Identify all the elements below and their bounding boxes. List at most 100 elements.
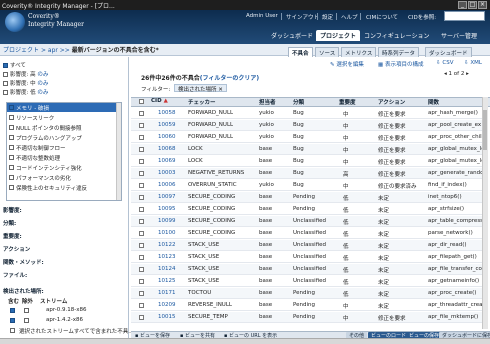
table-scrollbar-thumb[interactable] xyxy=(483,110,487,150)
row-checkbox[interactable] xyxy=(139,159,144,164)
nav-tab-server-admin[interactable]: サーバー管理 xyxy=(437,30,481,41)
row-checkbox[interactable] xyxy=(139,267,144,272)
row-checkbox[interactable] xyxy=(139,147,144,152)
nav-tab-dashboard[interactable]: ダッシュボード xyxy=(267,30,317,41)
row-checkbox[interactable] xyxy=(139,183,144,188)
pager[interactable]: ◂ 1 of 2 ▸ xyxy=(444,71,486,80)
row-checkbox[interactable] xyxy=(139,171,144,176)
section-action[interactable]: アクション xyxy=(3,245,30,253)
cell-cid[interactable]: 10059 xyxy=(158,122,176,128)
close-icon[interactable]: ✕ xyxy=(218,87,223,93)
section-detected-in[interactable]: 検出された場所: xyxy=(3,287,44,295)
nav-tab-project[interactable]: プロジェクト xyxy=(316,30,361,41)
cell-cid[interactable]: 10003 xyxy=(158,170,176,176)
cell-cid[interactable]: 10209 xyxy=(158,302,176,308)
row-checkbox[interactable] xyxy=(139,123,144,128)
clear-filter-link[interactable]: (フィルターのクリア) xyxy=(200,75,259,82)
section-classification[interactable]: 分類: xyxy=(3,219,16,227)
cell-cid[interactable]: 10125 xyxy=(158,278,176,284)
list-item[interactable]: プログラムのハングアップ xyxy=(9,133,82,142)
help-link[interactable]: ヘルプ xyxy=(341,13,358,21)
cell-cid[interactable]: 10068 xyxy=(158,146,176,152)
section-function[interactable]: 関数・メソッド: xyxy=(3,258,44,266)
tab-metrics[interactable]: メトリクス xyxy=(341,47,377,57)
breadcrumb-project[interactable]: プロジェクト xyxy=(3,47,39,54)
cell-cid[interactable]: 10099 xyxy=(158,218,176,224)
minimize-icon[interactable]: _ xyxy=(458,1,467,9)
first-page-icon[interactable]: ◂ xyxy=(444,71,447,77)
list-item[interactable]: 保険性上のセキュリティ違反 xyxy=(9,183,87,192)
filter-impact-medium[interactable]: 影響度: 中 のみ xyxy=(3,79,48,87)
next-page-icon[interactable]: ▸ xyxy=(466,71,469,77)
section-severity[interactable]: 重要度: xyxy=(3,232,22,240)
checkbox[interactable] xyxy=(3,89,8,95)
settings-link[interactable]: 設定 xyxy=(322,13,333,21)
checkbox[interactable] xyxy=(3,80,8,86)
cell-cid[interactable]: 10058 xyxy=(158,110,176,116)
row-checkbox[interactable] xyxy=(139,111,144,116)
list-item[interactable]: 不適切な制御フロー xyxy=(9,143,66,152)
list-item[interactable]: NULL ポインタの間接参照 xyxy=(9,123,82,132)
col-owner[interactable]: 担当者 xyxy=(259,98,276,106)
col-function[interactable]: 関数 xyxy=(428,98,439,106)
row-checkbox[interactable] xyxy=(139,195,144,200)
nav-tab-configuration[interactable]: コンフィギュレーション xyxy=(360,30,433,41)
col-cid[interactable]: CID ▲ xyxy=(151,98,168,104)
filter-all[interactable]: すべて xyxy=(3,61,26,69)
maximize-icon[interactable]: □ xyxy=(468,1,477,9)
cell-cid[interactable]: 10069 xyxy=(158,158,176,164)
filter-impact-high[interactable]: 影響度: 高 のみ xyxy=(3,70,48,78)
cell-cid[interactable]: 10060 xyxy=(158,134,176,140)
list-scrollbar[interactable] xyxy=(116,103,121,200)
cell-cid[interactable]: 10095 xyxy=(158,206,176,212)
filter-impact-low[interactable]: 影響度: 低 のみ xyxy=(3,88,48,96)
list-item[interactable]: リソースリーク xyxy=(9,113,54,122)
admin-user-link[interactable]: Admin User xyxy=(246,13,278,19)
cell-cid[interactable]: 10124 xyxy=(158,266,176,272)
list-item[interactable]: 不適切な整数処理 xyxy=(9,153,60,162)
section-file[interactable]: ファイル: xyxy=(3,271,27,279)
about-cim-link[interactable]: CIMについて xyxy=(366,13,398,21)
stream-exclude-checkbox[interactable] xyxy=(24,308,29,313)
edit-selection-link[interactable]: ✎ 選択を編集 xyxy=(330,60,364,68)
cell-cid[interactable]: 10100 xyxy=(158,230,176,236)
breadcrumb-apr[interactable]: apr xyxy=(48,47,58,54)
category-list[interactable]: メモリ - 破損 リソースリーク NULL ポインタの間接参照 プログラムのハン… xyxy=(6,102,122,201)
export-xml-link[interactable]: ⇩ XML xyxy=(464,60,482,66)
stream-include-checkbox[interactable] xyxy=(10,318,15,323)
row-checkbox[interactable] xyxy=(139,291,144,296)
section-impact[interactable]: 影響度: xyxy=(3,206,22,214)
stream-exclude-checkbox[interactable] xyxy=(24,318,29,323)
row-checkbox[interactable] xyxy=(139,303,144,308)
list-item[interactable]: メモリ - 破損 xyxy=(7,103,121,112)
col-checker[interactable]: チェッカー xyxy=(188,98,216,106)
row-checkbox[interactable] xyxy=(139,315,144,320)
tab-source[interactable]: ソース xyxy=(315,47,340,57)
export-csv-link[interactable]: ⇩ CSV xyxy=(436,60,453,66)
filter-chip[interactable]: 検出された場所 ✕ xyxy=(174,84,227,93)
tab-defects[interactable]: 不具合 xyxy=(288,47,313,57)
select-all-checkbox[interactable] xyxy=(139,99,144,104)
list-item[interactable]: コードインテンシティ強化 xyxy=(9,163,82,172)
cell-cid[interactable]: 10015 xyxy=(158,314,176,320)
row-checkbox[interactable] xyxy=(139,243,144,248)
tab-trend[interactable]: 時系列データ xyxy=(378,47,420,57)
row-checkbox[interactable] xyxy=(139,219,144,224)
stream-note-checkbox[interactable] xyxy=(10,328,15,333)
list-item[interactable]: パフォーマンスの劣化 xyxy=(9,173,71,182)
cell-cid[interactable]: 10006 xyxy=(158,182,176,188)
cell-cid[interactable]: 10171 xyxy=(158,290,176,296)
cell-cid[interactable]: 10097 xyxy=(158,194,176,200)
signout-link[interactable]: サインアウト xyxy=(286,13,319,21)
col-classification[interactable]: 分類 xyxy=(293,98,304,106)
configure-columns-link[interactable]: ▦ 表示項目の構成 xyxy=(378,60,423,68)
col-action[interactable]: アクション xyxy=(378,98,405,106)
row-checkbox[interactable] xyxy=(139,207,144,212)
row-checkbox[interactable] xyxy=(139,255,144,260)
tab-dashboard[interactable]: ダッシュボード xyxy=(425,47,472,57)
checkbox[interactable] xyxy=(3,62,8,68)
stream-include-checkbox[interactable] xyxy=(10,308,15,313)
col-severity[interactable]: 重要度 xyxy=(339,98,356,106)
close-icon[interactable]: × xyxy=(478,1,487,9)
row-checkbox[interactable] xyxy=(139,231,144,236)
